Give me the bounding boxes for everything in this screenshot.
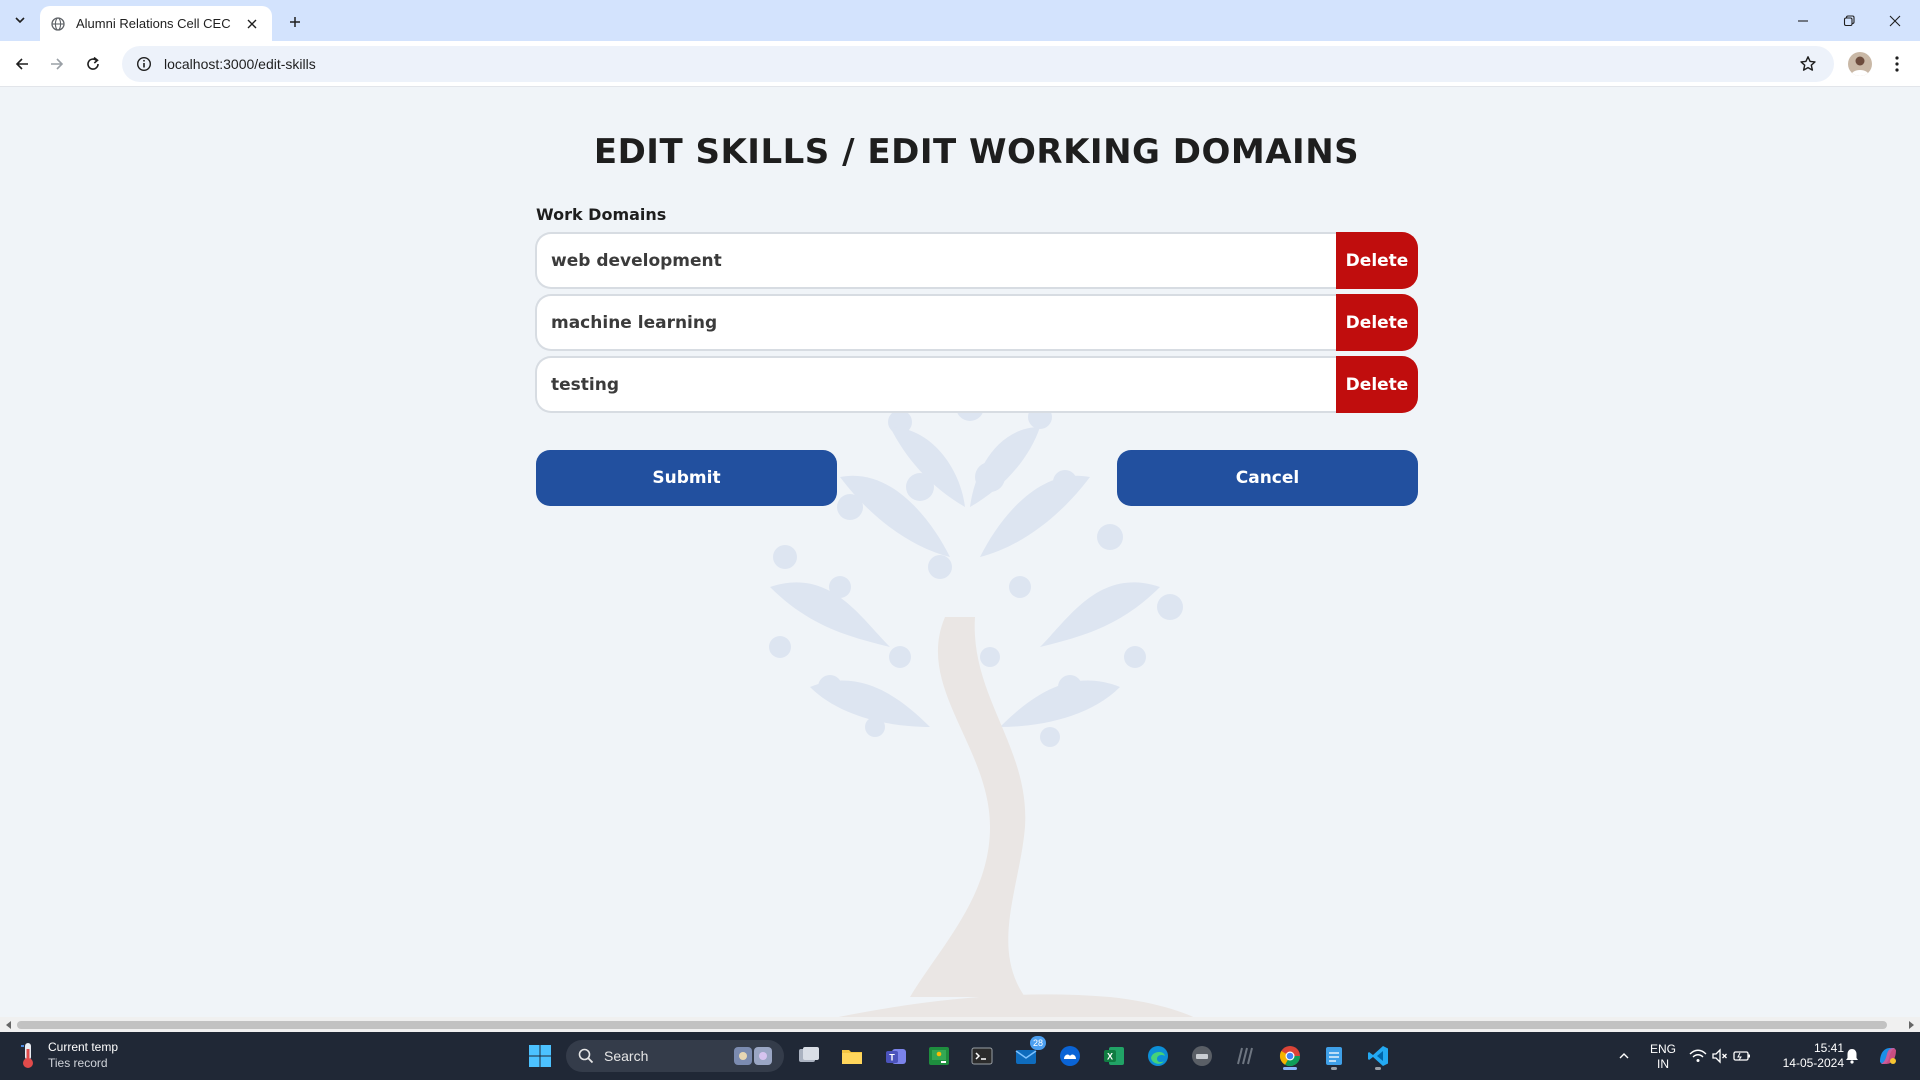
cancel-button[interactable]: Cancel [1117, 450, 1418, 506]
language-line2: IN [1657, 1057, 1669, 1071]
work-domains-label: Work Domains [536, 205, 667, 224]
domain-row: machine learning Delete [535, 294, 1418, 351]
chrome-icon[interactable] [1274, 1040, 1306, 1072]
svg-text:T: T [889, 1053, 895, 1063]
domain-row: web development Delete [535, 232, 1418, 289]
scrollbar-thumb[interactable] [17, 1021, 1887, 1029]
horizontal-scrollbar[interactable] [0, 1017, 1920, 1032]
domain-input[interactable]: testing [535, 356, 1336, 413]
page-viewport: EDIT SKILLS / EDIT WORKING DOMAINS Work … [0, 87, 1920, 1017]
weather-widget[interactable]: Current temp Ties record [18, 1040, 118, 1070]
thermometer-icon [21, 1043, 33, 1068]
minimize-icon[interactable] [1780, 0, 1826, 41]
domain-input[interactable]: web development [535, 232, 1336, 289]
volume-muted-icon [1712, 1048, 1727, 1064]
app-lines-icon[interactable] [1230, 1040, 1262, 1072]
tab-close-icon[interactable] [242, 14, 262, 34]
notepad-icon[interactable] [1318, 1040, 1350, 1072]
teams-icon[interactable]: T [880, 1040, 912, 1072]
battery-icon [1733, 1051, 1750, 1061]
active-indicator [1283, 1067, 1297, 1070]
globe-icon [50, 16, 66, 32]
back-arrow-icon[interactable] [6, 48, 38, 80]
submit-button[interactable]: Submit [536, 450, 837, 506]
wifi-icon [1689, 1049, 1707, 1062]
url-text[interactable]: localhost:3000/edit-skills [164, 56, 1790, 72]
app-gray-circle-icon[interactable] [1186, 1040, 1218, 1072]
domain-row: testing Delete [535, 356, 1418, 413]
browser-tab[interactable]: Alumni Relations Cell CEC [40, 6, 272, 41]
language-line1: ENG [1649, 1042, 1676, 1056]
language-indicator[interactable]: ENG IN [1648, 1042, 1678, 1072]
clock-time: 15:41 [1813, 1041, 1844, 1055]
domain-input[interactable]: machine learning [535, 294, 1336, 351]
active-indicator [1375, 1067, 1381, 1070]
scroll-right-arrow-icon[interactable] [1905, 1019, 1917, 1031]
copilot-icon[interactable] [1872, 1040, 1904, 1072]
mail-badge: 28 [1030, 1036, 1046, 1050]
clock[interactable]: 15:41 14-05-2024 [1768, 1041, 1844, 1071]
site-info-icon[interactable] [126, 46, 162, 82]
search-label: Search [604, 1048, 649, 1064]
window-close-icon[interactable] [1872, 0, 1918, 41]
excel-icon[interactable]: X [1098, 1040, 1130, 1072]
mail-icon[interactable]: 28 [1010, 1036, 1046, 1072]
bookmark-star-icon[interactable] [1790, 46, 1826, 82]
delete-button[interactable]: Delete [1336, 294, 1418, 351]
svg-text:X: X [1107, 1052, 1113, 1062]
notification-bell-icon[interactable] [1838, 1040, 1866, 1072]
vscode-icon[interactable] [1362, 1040, 1394, 1072]
scroll-left-arrow-icon[interactable] [3, 1019, 15, 1031]
windows-start-icon[interactable] [524, 1040, 556, 1072]
taskbar-search[interactable]: Search [566, 1040, 784, 1072]
search-highlight-icon [734, 1047, 772, 1065]
page-title: EDIT SKILLS / EDIT WORKING DOMAINS [593, 132, 1360, 172]
browser-toolbar: localhost:3000/edit-skills [0, 41, 1920, 87]
clock-date: 14-05-2024 [1782, 1056, 1844, 1070]
new-tab-plus-icon[interactable] [281, 8, 309, 36]
delete-button[interactable]: Delete [1336, 356, 1418, 413]
tab-search-chevron-icon[interactable] [8, 8, 32, 32]
active-indicator [1331, 1067, 1337, 1070]
address-bar[interactable]: localhost:3000/edit-skills [122, 46, 1834, 82]
show-hidden-icons-chevron-icon[interactable] [1608, 1040, 1640, 1072]
classroom-icon[interactable] [923, 1040, 955, 1072]
restore-icon[interactable] [1826, 0, 1872, 41]
tab-title: Alumni Relations Cell CEC [76, 16, 231, 31]
terminal-icon[interactable] [966, 1040, 998, 1072]
browser-tab-strip: Alumni Relations Cell CEC [0, 0, 1920, 41]
profile-avatar[interactable] [1848, 52, 1872, 76]
reload-icon[interactable] [77, 48, 109, 80]
taskbar: Current temp Ties record Search T 28 X E… [0, 1032, 1920, 1080]
task-view-icon[interactable] [793, 1040, 825, 1072]
system-tray-quick-settings[interactable] [1684, 1040, 1756, 1072]
search-icon [578, 1048, 594, 1064]
weather-subtitle: Ties record [48, 1056, 108, 1070]
weather-title: Current temp [48, 1040, 119, 1054]
file-explorer-icon[interactable] [836, 1040, 868, 1072]
onedrive-app-icon[interactable] [1054, 1040, 1086, 1072]
forward-arrow-icon[interactable] [41, 48, 73, 80]
delete-button[interactable]: Delete [1336, 232, 1418, 289]
browser-menu-icon[interactable] [1883, 50, 1911, 78]
edge-icon[interactable] [1142, 1040, 1174, 1072]
